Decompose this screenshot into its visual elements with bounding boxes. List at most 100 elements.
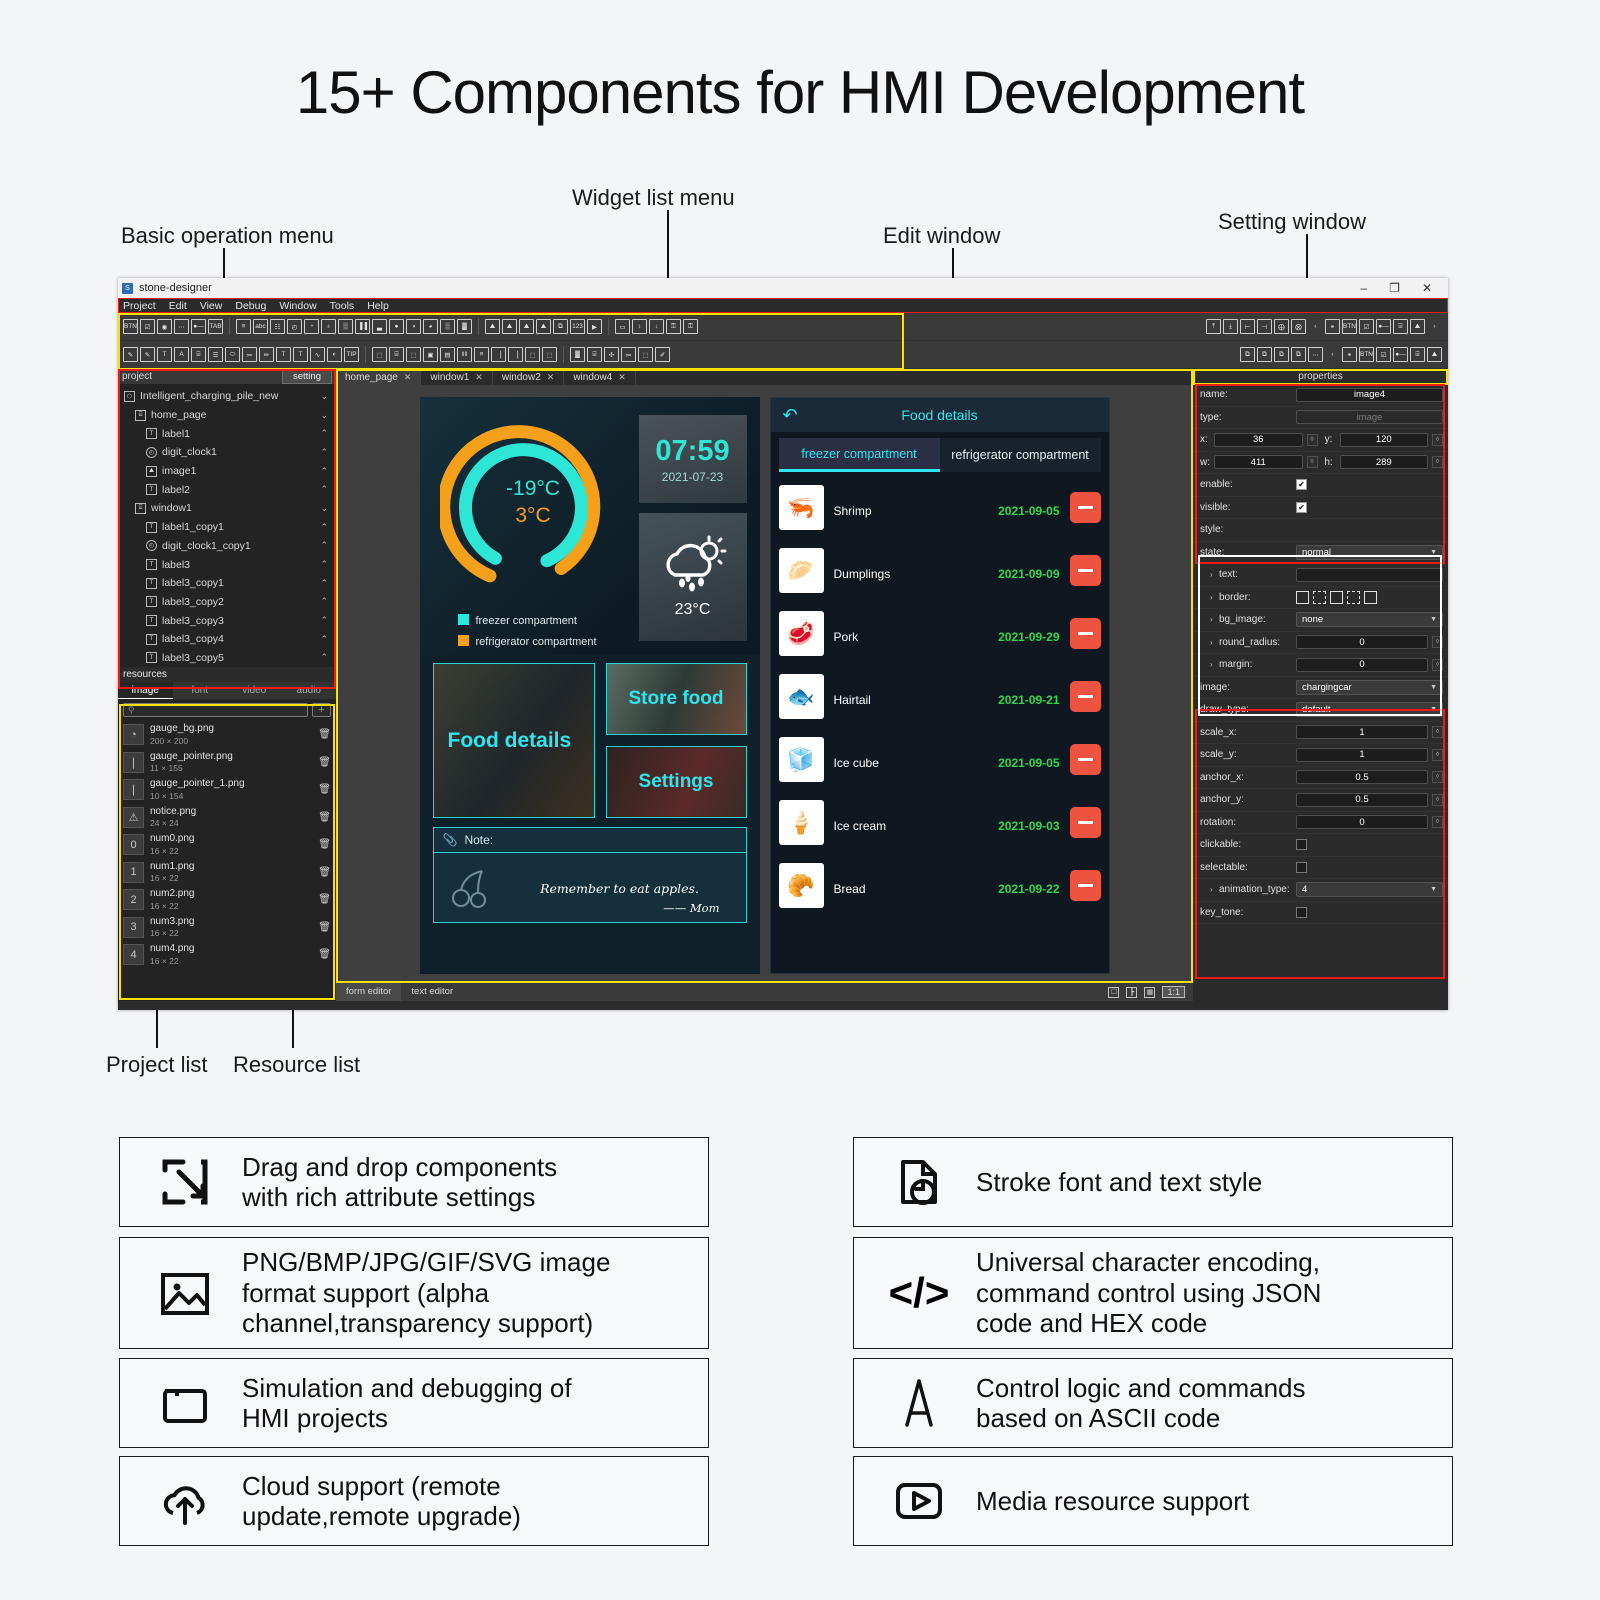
bar-icon[interactable]: ▕: [491, 347, 506, 362]
property-input-name[interactable]: image4: [1296, 387, 1443, 402]
spinner-w[interactable]: ◊: [1306, 456, 1318, 469]
spinner-scale-x[interactable]: ◊: [1432, 726, 1443, 739]
align-center-h-icon[interactable]: ⨂: [1291, 319, 1306, 334]
delete-resource-icon[interactable]: 🗑: [318, 894, 331, 905]
tree-node[interactable]: Tlabel1 ⌃: [118, 424, 336, 443]
notebook-icon[interactable]: ⌸: [587, 347, 602, 362]
border-style-dashed[interactable]: [1313, 590, 1326, 604]
gauge-widget-icon[interactable]: ◔: [304, 319, 319, 334]
list-icon[interactable]: ☰: [208, 347, 223, 362]
copy-widget-icon[interactable]: ⧉: [553, 319, 568, 334]
close-tab-icon[interactable]: ✕: [404, 372, 412, 383]
more-icon[interactable]: ⋯: [1308, 347, 1323, 362]
chevron-right-icon[interactable]: ›: [1210, 885, 1219, 894]
image-widget-icon[interactable]: ⛰: [485, 319, 500, 334]
property-input-scale-x[interactable]: 1: [1296, 725, 1428, 740]
remove-item-button[interactable]: [1069, 744, 1101, 775]
resource-item[interactable]: 4 num4.png 16 × 22 🗑: [118, 941, 336, 969]
lcd-widget-icon[interactable]: 123: [570, 319, 585, 334]
spinner-anchor-x[interactable]: ◊: [1432, 771, 1443, 784]
spinner-y[interactable]: ◊: [1432, 433, 1443, 446]
chevron-icon[interactable]: ⌃: [320, 484, 336, 495]
switch-widget-icon[interactable]: ●—: [191, 319, 206, 334]
menu-item-debug[interactable]: Debug: [235, 300, 266, 312]
columns-icon[interactable]: ‖‖: [457, 347, 472, 362]
chevron-icon[interactable]: ⌃: [320, 540, 336, 551]
chevron-icon[interactable]: ⌃: [320, 578, 336, 589]
property-select-animation-type[interactable]: 4 ▼: [1296, 882, 1443, 898]
chevron-icon[interactable]: ⌄: [320, 410, 336, 421]
slider-widget-icon[interactable]: ≡: [236, 319, 251, 334]
pie-widget-icon[interactable]: ◕: [423, 319, 438, 334]
grid-icon[interactable]: ▦: [1144, 986, 1156, 998]
delete-resource-icon[interactable]: 🗑: [318, 867, 331, 878]
editor-tab-window2[interactable]: window2 ✕: [493, 369, 565, 385]
align-bottom-icon[interactable]: ⤓: [1223, 319, 1238, 334]
tree-node[interactable]: ⛰ image1 ⌃: [118, 462, 336, 481]
calendar-widget-icon[interactable]: ☷: [270, 319, 285, 334]
property-select-draw-type[interactable]: default ▼: [1296, 702, 1443, 718]
image2-widget-icon[interactable]: ⛰: [502, 319, 517, 334]
chevron-right-icon[interactable]: ›: [1210, 638, 1219, 647]
resource-item[interactable]: ❘ gauge_pointer.png 11 × 155 🗑: [118, 749, 336, 777]
tree-node[interactable]: Tlabel3_copy3 ⌃: [118, 611, 336, 630]
minimize-button[interactable]: –: [1360, 281, 1367, 295]
delete-resource-icon[interactable]: 🗑: [318, 949, 331, 960]
lock-icon[interactable]: ▭: [615, 319, 630, 334]
layout-icon[interactable]: ▤: [440, 347, 455, 362]
property-select-image[interactable]: chargingcar ▼: [1296, 679, 1443, 695]
resource-item[interactable]: 2 num2.png 16 × 22 🗑: [118, 886, 336, 914]
property-input-scale-y[interactable]: 1: [1296, 747, 1428, 762]
tree-node[interactable]: Tlabel3_copy5 ⌃: [118, 649, 336, 667]
property-input-margin[interactable]: 0: [1296, 657, 1428, 672]
chevron-icon[interactable]: ⌃: [320, 634, 336, 645]
collapse-left-icon[interactable]: ‹: [1325, 347, 1340, 362]
border-style-solid[interactable]: [1330, 590, 1343, 604]
resource-list[interactable]: ◔ gauge_bg.png 200 × 200 🗑 ❘ gauge_pointer.pn…: [118, 721, 336, 1001]
text-area-icon[interactable]: A: [174, 347, 189, 362]
close-button[interactable]: ✕: [1422, 281, 1432, 295]
back-arrow-icon[interactable]: ↶: [783, 405, 798, 426]
tree-node[interactable]: Tlabel3_copy1 ⌃: [118, 574, 336, 593]
remove-item-button[interactable]: [1069, 681, 1101, 712]
check-icon[interactable]: ☑: [1359, 319, 1374, 334]
monitor-icon[interactable]: ⬚: [525, 347, 540, 362]
property-checkbox-key-tone[interactable]: ✔: [1296, 906, 1307, 918]
chevron-icon[interactable]: ⌃: [320, 559, 336, 570]
spinner-anchor-y[interactable]: ◊: [1432, 793, 1443, 806]
image3-widget-icon[interactable]: ⛰: [519, 319, 534, 334]
project-tree[interactable]: ⬡ Intelligent_charging_pile_new ⌄ ⌸ home_pag…: [118, 384, 336, 667]
btn-widget-icon[interactable]: BTN: [123, 319, 138, 334]
property-input-anchor-y[interactable]: 0.5: [1296, 792, 1428, 807]
spinner-margin[interactable]: ◊: [1432, 658, 1443, 671]
text-icon[interactable]: T: [157, 347, 172, 362]
property-select-bg-image[interactable]: none ▼: [1296, 612, 1443, 628]
rich-edit-icon[interactable]: ✏: [259, 347, 274, 362]
maximize-button[interactable]: ❐: [1389, 281, 1400, 295]
image4-widget-icon[interactable]: ⛰: [536, 319, 551, 334]
spinner-rotation[interactable]: ◊: [1432, 816, 1443, 829]
unlock-icon[interactable]: ⚿: [683, 319, 698, 334]
chevron-icon[interactable]: ⌄: [320, 391, 336, 402]
select-area-icon[interactable]: ☐: [1108, 986, 1120, 998]
property-input-h[interactable]: 289: [1339, 455, 1428, 470]
resource-tab-audio[interactable]: audio: [281, 682, 336, 699]
video-widget-icon[interactable]: ▶: [587, 319, 602, 334]
border-style-none[interactable]: [1296, 590, 1309, 604]
tree-node[interactable]: ⌸ window1 ⌄: [118, 499, 336, 518]
resource-item[interactable]: ◔ gauge_bg.png 200 × 200 🗑: [118, 721, 336, 749]
lock2-icon[interactable]: ⚿: [666, 319, 681, 334]
add-resource-button[interactable]: +: [312, 703, 331, 717]
tab-form-editor[interactable]: form editor: [336, 983, 402, 1001]
edit-box-icon[interactable]: ✎: [123, 347, 138, 362]
remove-item-button[interactable]: [1069, 870, 1101, 901]
remove-item-button[interactable]: [1069, 618, 1101, 649]
design-canvas[interactable]: -19°C 3°C freezer compartment refrigerat…: [336, 385, 1193, 983]
send-back-icon[interactable]: ⧉: [1291, 347, 1306, 362]
expand-right-icon[interactable]: ›: [1427, 319, 1442, 334]
bring-forward-icon[interactable]: ⧉: [1240, 347, 1255, 362]
thermometer-widget-icon[interactable]: ♁: [321, 319, 336, 334]
chevron-icon[interactable]: ⌃: [320, 596, 336, 607]
tree-node[interactable]: ⬡ Intelligent_charging_pile_new ⌄: [118, 387, 336, 406]
settings-card[interactable]: Settings: [605, 746, 747, 818]
